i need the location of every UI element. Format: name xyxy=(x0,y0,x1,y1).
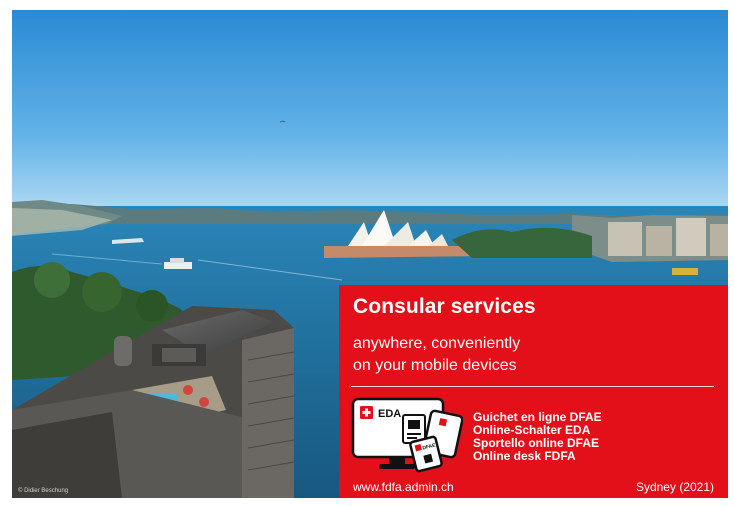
photo-location: Sydney (2021) xyxy=(635,480,714,494)
photo-credit: © Didier Beschung xyxy=(18,488,69,494)
passport-icon xyxy=(409,435,443,473)
subtitle-line-1: anywhere, conveniently xyxy=(353,335,521,352)
poster: © Didier Beschung Consular services anyw… xyxy=(12,10,728,498)
swiss-cross-icon xyxy=(360,406,373,419)
consular-services-panel: Consular services anywhere, conveniently… xyxy=(339,285,728,498)
panel-title: Consular services xyxy=(353,295,536,318)
desk-name-en: Online desk FDFA xyxy=(473,449,576,463)
online-desk-names: Guichet en ligne DFAE Online-Schalter ED… xyxy=(473,411,602,463)
subtitle-line-2: on your mobile devices xyxy=(353,357,517,374)
divider xyxy=(351,386,714,387)
devices-illustration: EDA DFAE xyxy=(351,397,463,473)
eda-brand-label: EDA xyxy=(378,408,401,420)
panel-subtitle: anywhere, conveniently on your mobile de… xyxy=(353,333,520,377)
website-link[interactable]: www.fdfa.admin.ch xyxy=(353,480,454,494)
